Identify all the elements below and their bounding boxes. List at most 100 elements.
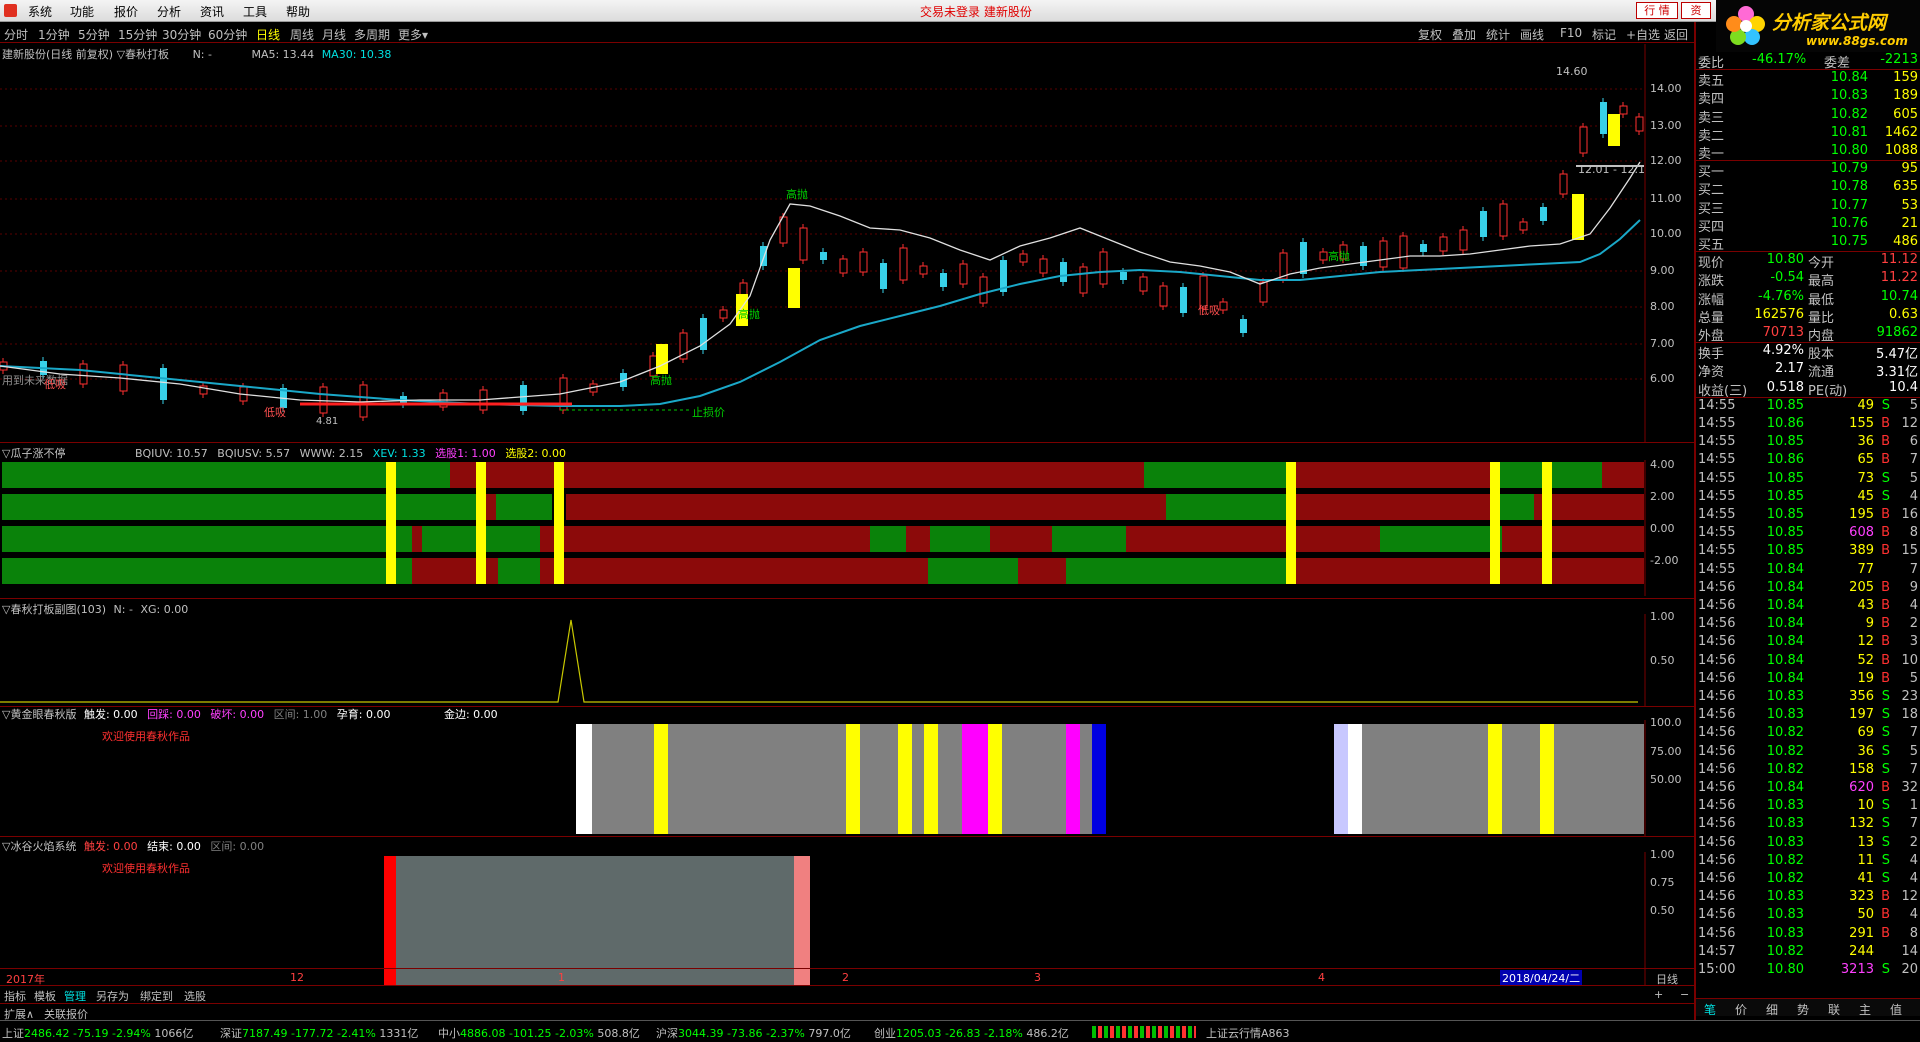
period-multi[interactable]: 多周期 [354,26,390,43]
stat-label: 换手 [1698,347,1725,363]
menu-quote[interactable]: 报价 [114,3,138,20]
candle [1259,281,1268,303]
candle [1600,102,1607,134]
menu-system[interactable]: 系统 [28,3,52,20]
index-quote[interactable]: 上证2486.42 -75.19 -2.94% 1066亿 [2,1025,193,1041]
quote-tab[interactable]: 势 [1797,1001,1809,1018]
divider [0,442,1694,443]
tick-row: 14:56 10.82 158 S 7 [1696,762,1920,780]
cloud-quote-label[interactable]: 上证云行情A863 [1206,1025,1290,1041]
grid [0,88,1644,380]
tick-side: S [1881,725,1890,741]
restore-rights-button[interactable]: 复权 [1418,26,1442,43]
quote-tab[interactable]: 价 [1735,1001,1747,1018]
menu-help[interactable]: 帮助 [286,3,310,20]
tick-side: B [1881,925,1890,941]
quote-tab[interactable]: 笔 [1704,1001,1716,1018]
period-monthly[interactable]: 月线 [322,26,346,43]
menu-function[interactable]: 功能 [70,3,94,20]
stat-label: 量比 [1808,310,1835,326]
tick-count: 23 [1901,689,1918,704]
stats-button[interactable]: 统计 [1486,26,1510,43]
p1-row-1 [2,462,1644,488]
period-daily[interactable]: 日线 [256,26,280,43]
indicator-tabs: 指标 模板 管理 另存为 绑定到 选股 + − [0,985,1694,1004]
market-button[interactable]: 行 情 [1636,2,1678,19]
menu-news[interactable]: 资讯 [200,3,224,20]
info-button[interactable]: 资 [1681,2,1711,19]
tick-price: 10.85 [1766,543,1804,559]
quote-tab[interactable]: 值 [1890,1001,1902,1018]
app-icon[interactable] [4,4,17,17]
tick-row: 14:55 10.86 65 B 7 [1696,452,1920,470]
tick-count: 7 [1909,816,1918,832]
period-60min[interactable]: 60分钟 [208,26,247,43]
tick-side: S [1881,488,1890,504]
annotation-high-4: 高抛 [650,374,672,387]
main-chart[interactable] [0,44,1694,442]
tick-vol: 36 [1857,434,1874,450]
period-15min[interactable]: 15分钟 [118,26,157,43]
tick-vol: 323 [1849,889,1874,905]
candle [979,276,988,304]
draw-line-button[interactable]: 画线 [1520,26,1544,43]
candle [1139,276,1148,292]
limit-up-candle [1608,114,1620,146]
quote-tab[interactable]: 主 [1859,1001,1871,1018]
period-5min[interactable]: 5分钟 [78,26,110,43]
stat-value: 3.31亿 [1876,365,1918,381]
tick-count: 7 [1909,725,1918,741]
index-quote[interactable]: 中小4886.08 -101.25 -2.03% 508.8亿 [438,1025,640,1041]
p3-chart[interactable] [0,720,1694,836]
tab-template[interactable]: 模板 [34,988,56,1004]
zoom-in-button[interactable]: + [1654,988,1663,1001]
period-fenshi[interactable]: 分时 [4,26,28,43]
tick-vol: 50 [1857,907,1874,923]
y-label: 1.00 [1650,610,1675,623]
tick-price: 10.82 [1766,725,1804,741]
tab-indicator[interactable]: 指标 [4,988,26,1004]
candle [899,247,908,281]
add-watchlist-button[interactable]: +自选 [1626,26,1660,43]
mark-button[interactable]: 标记 [1592,26,1616,43]
logo-title: 分析家公式网 [1772,12,1887,34]
annotation-high-1: 高抛 [786,188,808,201]
tick-count: 10 [1901,652,1918,668]
p1-title[interactable]: ▽瓜子涨不停 [2,447,65,460]
menu-tools[interactable]: 工具 [243,3,267,20]
tab-save-as[interactable]: 另存为 [96,988,129,1004]
back-button[interactable]: 返回 [1664,26,1688,43]
weicha-value: -2213 [1880,52,1918,67]
tick-vol: 244 [1849,943,1874,959]
p2-chart[interactable] [0,614,1694,706]
tab-bind-to[interactable]: 绑定到 [140,988,173,1004]
index-quote[interactable]: 深证7187.49 -177.72 -2.41% 1331亿 [220,1025,418,1041]
f10-button[interactable]: F10 [1560,26,1582,40]
quote-tab[interactable]: 细 [1766,1001,1778,1018]
tick-count: 5 [1909,670,1918,686]
candle [719,309,728,319]
menu-analysis[interactable]: 分析 [157,3,181,20]
index-quote[interactable]: 沪深3044.39 -73.86 -2.37% 797.0亿 [656,1025,851,1041]
tab-select-stock[interactable]: 选股 [184,988,206,1004]
tab-manage[interactable]: 管理 [64,988,86,1004]
p1-value: 选股2: 0.00 [505,447,567,460]
overlay-button[interactable]: 叠加 [1452,26,1476,43]
period-30min[interactable]: 30分钟 [162,26,201,43]
stat-label: 外盘 [1698,329,1725,344]
tick-price: 10.84 [1766,616,1804,632]
tick-time: 14:56 [1698,907,1736,923]
p1-header: ▽瓜子涨不停 BQIUV: 10.57 BQIUSV: 5.57 WWW: 2.… [2,445,566,461]
quote-tab[interactable]: 联 [1828,1001,1840,1018]
period-weekly[interactable]: 周线 [290,26,314,43]
period-more[interactable]: 更多▾ [398,26,428,43]
index-quote[interactable]: 创业1205.03 -26.83 -2.18% 486.2亿 [874,1025,1069,1041]
ask-row: 卖一 10.80 1088 [1696,143,1920,162]
candle [1499,203,1508,237]
tick-row: 14:56 10.84 12 B 3 [1696,634,1920,652]
tick-row: 14:56 10.82 69 S 7 [1696,725,1920,743]
p1-chart[interactable] [0,460,1694,596]
p1-value: 选股1: 1.00 [435,447,496,460]
period-1min[interactable]: 1分钟 [38,26,70,43]
zoom-out-button[interactable]: − [1680,988,1689,1001]
